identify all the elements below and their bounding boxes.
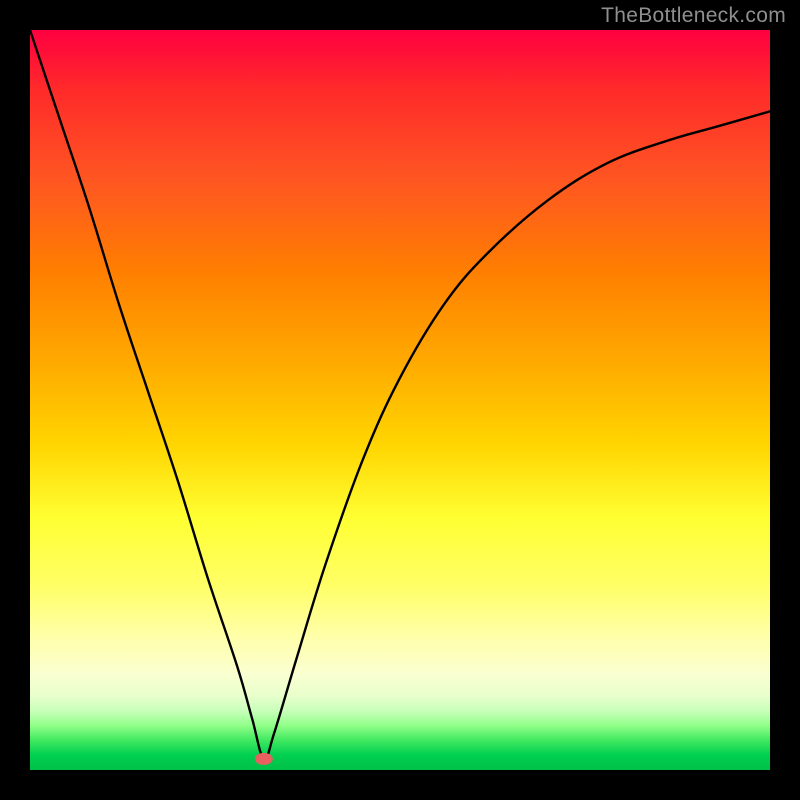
- bottleneck-curve: [30, 30, 770, 759]
- watermark-text: TheBottleneck.com: [601, 4, 786, 28]
- chart-frame: TheBottleneck.com: [0, 0, 800, 800]
- curve-layer: [30, 30, 770, 770]
- plot-area: [30, 30, 770, 770]
- min-marker: [255, 753, 273, 765]
